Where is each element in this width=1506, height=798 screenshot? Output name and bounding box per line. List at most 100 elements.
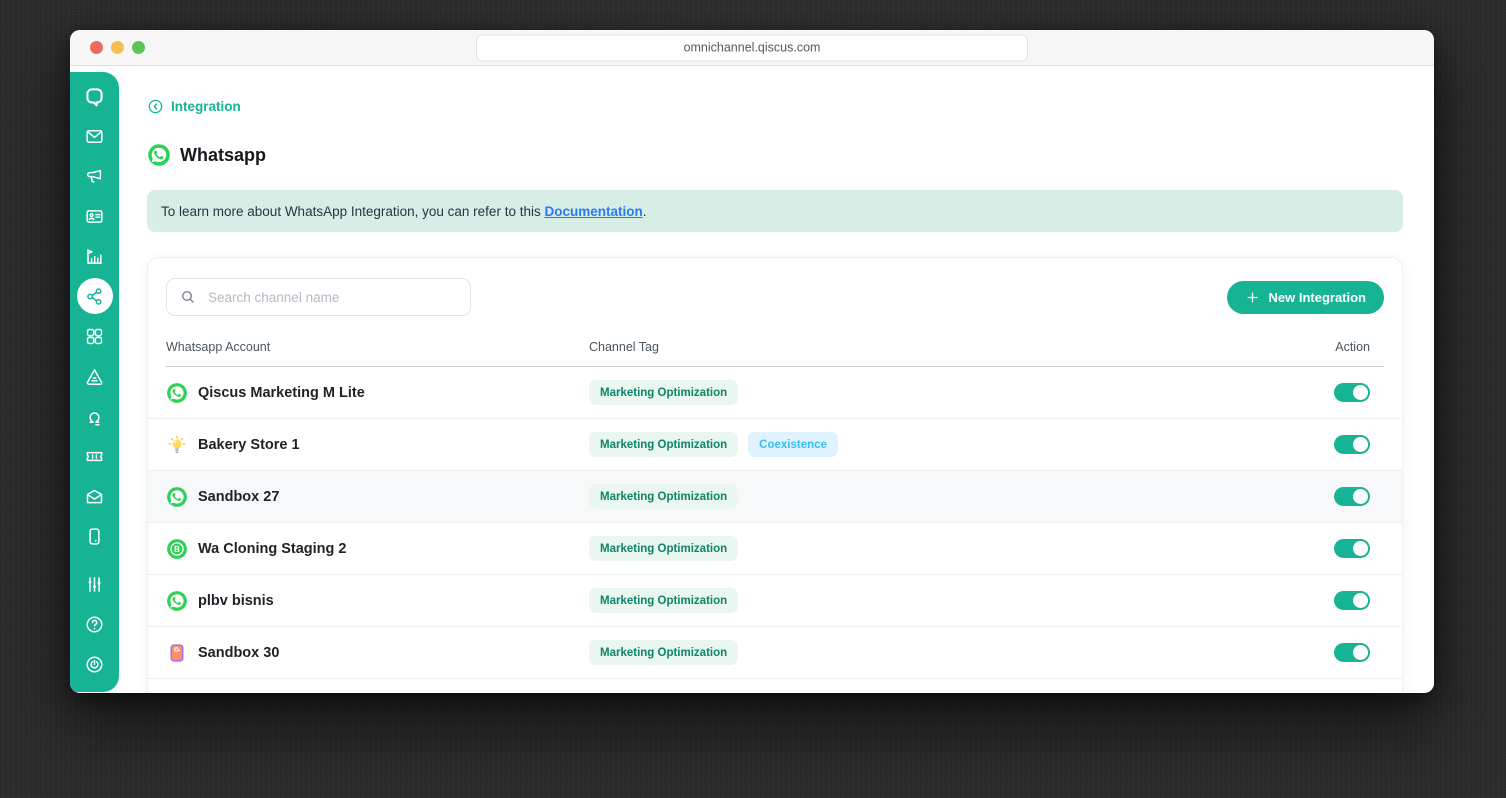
sidebar-item-ticketing[interactable] <box>75 436 115 476</box>
channel-toggle[interactable] <box>1334 487 1370 506</box>
sidebar-item-agent-management[interactable] <box>75 396 115 436</box>
logout-icon <box>84 654 105 675</box>
channel-name: Bakery Store 1 <box>198 436 300 453</box>
sidebar-item-mailbox[interactable] <box>75 476 115 516</box>
search-icon <box>179 288 197 306</box>
toggle-knob <box>1353 385 1368 400</box>
channel-tag: Marketing Optimization <box>589 380 739 405</box>
help-icon <box>84 614 105 635</box>
page-title: Whatsapp <box>180 144 267 165</box>
toggle-knob <box>1353 541 1368 556</box>
card-toolbar: New Integration <box>166 278 1384 316</box>
table-row[interactable]: Sandbox 30 Marketing Optimization <box>148 627 1402 679</box>
settings-icon <box>84 574 105 595</box>
sidebar-item-inbox[interactable] <box>75 116 115 156</box>
channel-tags-cell: Marketing Optimization <box>589 536 1264 561</box>
toggle-knob <box>1353 593 1368 608</box>
sidebar-item-logout[interactable] <box>75 644 115 684</box>
sidebar-item-robolabs[interactable] <box>75 356 115 396</box>
browser-window: omnichannel.qiscus.com Integration Whats… <box>70 30 1434 693</box>
table-row[interactable]: B Wa Cloning Staging 2 Marketing Optimiz… <box>148 523 1402 575</box>
robolabs-icon <box>84 366 105 387</box>
channel-tags-cell: Marketing Optimization <box>589 588 1264 613</box>
back-to-integration-link[interactable]: Integration <box>147 98 241 115</box>
mobile-app-icon <box>84 526 105 547</box>
channel-name-cell: plbv bisnis <box>166 590 589 612</box>
sidebar-item-help[interactable] <box>75 604 115 644</box>
app-shell: Integration Whatsapp To learn more about… <box>70 66 1434 692</box>
whatsapp-logo-icon <box>147 143 171 167</box>
channel-name-cell: Bakery Store 1 <box>166 434 589 456</box>
apps-icon <box>84 326 105 347</box>
whatsapp-business-icon: B <box>166 538 188 560</box>
inbox-icon <box>84 126 105 147</box>
channel-name: Sandbox 30 <box>198 644 280 661</box>
channel-name-cell: Sandbox 30 <box>166 642 589 664</box>
sidebar-item-broadcast[interactable] <box>75 156 115 196</box>
sidebar-item-analytics[interactable] <box>75 236 115 276</box>
whatsapp-icon <box>166 590 188 612</box>
search-channel-input[interactable] <box>206 288 458 306</box>
sidebar-item-integration[interactable] <box>76 278 113 314</box>
orange-notebook-icon <box>166 642 188 664</box>
main-content: Integration Whatsapp To learn more about… <box>119 66 1434 692</box>
channel-action-cell <box>1264 487 1384 506</box>
window-zoom-button[interactable] <box>132 41 145 54</box>
agent-management-icon <box>84 406 105 427</box>
integration-icon <box>84 286 105 307</box>
channels-card: New Integration Whatsapp Account Channel… <box>147 257 1403 692</box>
banner-text: To learn more about WhatsApp Integration… <box>161 203 647 219</box>
sidebar-bottom-group <box>75 564 115 684</box>
sidebar-top-group <box>75 76 115 556</box>
channel-toggle[interactable] <box>1334 383 1370 402</box>
window-minimize-button[interactable] <box>111 41 124 54</box>
desktop-background: omnichannel.qiscus.com Integration Whats… <box>0 0 1506 798</box>
channel-name: Wa Cloning Staging 2 <box>198 540 347 557</box>
svg-text:B: B <box>174 544 180 553</box>
channel-action-cell <box>1264 383 1384 402</box>
channel-toggle[interactable] <box>1334 435 1370 454</box>
channel-toggle[interactable] <box>1334 591 1370 610</box>
channel-toggle[interactable] <box>1334 643 1370 662</box>
sidebar <box>70 72 119 692</box>
traffic-lights <box>70 41 145 54</box>
column-action: Action <box>1335 340 1370 354</box>
new-integration-button[interactable]: New Integration <box>1227 280 1384 314</box>
table-row[interactable]: Sandbox 27 Marketing Optimization <box>148 471 1402 523</box>
toggle-knob <box>1353 437 1368 452</box>
address-bar[interactable]: omnichannel.qiscus.com <box>476 34 1028 61</box>
toggle-knob <box>1353 489 1368 504</box>
channel-tags-cell: Marketing Optimization Coexistence <box>589 432 1264 457</box>
address-bar-url: omnichannel.qiscus.com <box>683 40 821 55</box>
channel-tag: Marketing Optimization <box>589 640 739 665</box>
search-channel-field[interactable] <box>166 278 471 316</box>
table-body: Qiscus Marketing M Lite Marketing Optimi… <box>148 367 1402 679</box>
channel-toggle[interactable] <box>1334 539 1370 558</box>
channel-name-cell: Sandbox 27 <box>166 486 589 508</box>
table-row[interactable]: plbv bisnis Marketing Optimization <box>148 575 1402 627</box>
column-whatsapp-account: Whatsapp Account <box>166 340 271 354</box>
info-banner: To learn more about WhatsApp Integration… <box>147 190 1403 232</box>
table-row[interactable]: Bakery Store 1 Marketing Optimization Coe… <box>148 419 1402 471</box>
back-arrow-icon <box>147 98 164 115</box>
sidebar-item-settings[interactable] <box>75 564 115 604</box>
channel-name-cell: B Wa Cloning Staging 2 <box>166 538 589 560</box>
whatsapp-icon <box>166 382 188 404</box>
window-close-button[interactable] <box>90 41 103 54</box>
qiscus-logo-icon <box>83 85 106 108</box>
toggle-knob <box>1353 645 1368 660</box>
sidebar-item-mobile-app[interactable] <box>75 516 115 556</box>
channel-action-cell <box>1264 435 1384 454</box>
channel-action-cell <box>1264 591 1384 610</box>
mailbox-icon <box>84 486 105 507</box>
channel-tags-cell: Marketing Optimization <box>589 640 1264 665</box>
table-row[interactable]: Qiscus Marketing M Lite Marketing Optimi… <box>148 367 1402 419</box>
sidebar-item-qiscus-logo[interactable] <box>75 76 115 116</box>
documentation-link[interactable]: Documentation <box>544 204 642 219</box>
sidebar-item-contacts[interactable] <box>75 196 115 236</box>
channel-tag: Marketing Optimization <box>589 484 739 509</box>
plus-icon <box>1245 290 1260 305</box>
sidebar-item-apps[interactable] <box>75 316 115 356</box>
column-channel-tag: Channel Tag <box>589 340 659 354</box>
channel-tag: Marketing Optimization <box>589 432 739 457</box>
